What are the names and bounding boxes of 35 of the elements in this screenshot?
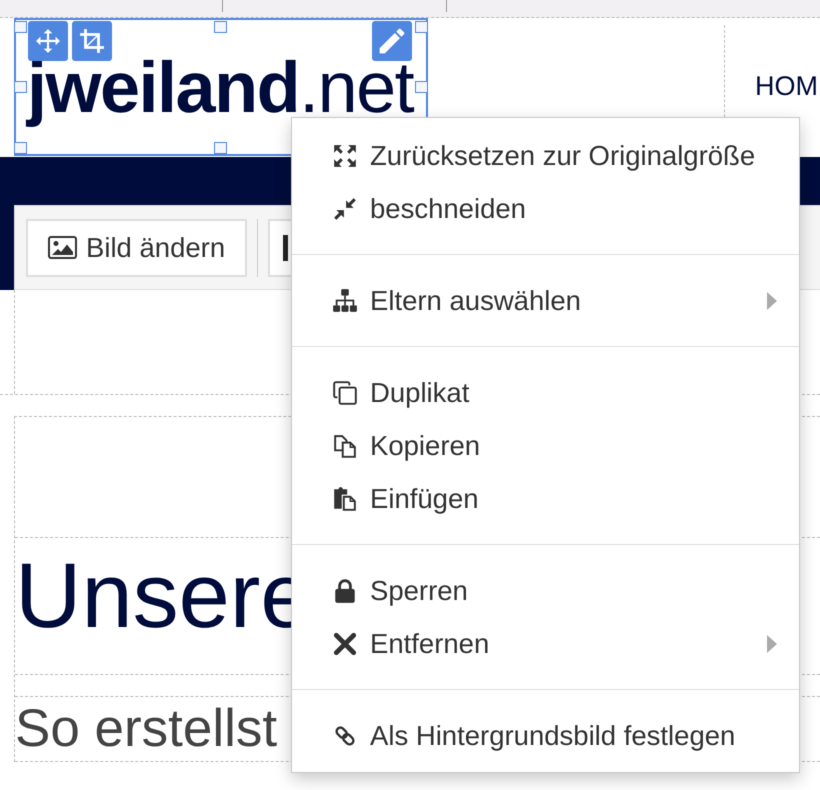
crop-icon <box>79 28 105 54</box>
resize-handle[interactable] <box>415 21 428 33</box>
resize-handle[interactable] <box>214 21 227 33</box>
menu-item[interactable]: beschneiden <box>292 182 799 235</box>
compress-icon <box>332 196 358 222</box>
menu-item[interactable]: Entfernen <box>292 617 799 670</box>
clone-icon <box>332 380 358 406</box>
resize-handle[interactable] <box>14 142 27 154</box>
resize-handle[interactable] <box>14 21 27 33</box>
close-icon <box>332 630 358 656</box>
resize-handle[interactable] <box>14 81 27 93</box>
copy-icon <box>332 432 358 458</box>
resize-handle[interactable] <box>214 142 227 154</box>
resize-handle[interactable] <box>415 81 428 93</box>
image-icon <box>48 236 77 259</box>
nav-link[interactable]: HOM <box>755 71 818 101</box>
menu-item[interactable]: Zurücksetzen zur Originalgröße <box>292 129 799 182</box>
menu-item[interactable]: Eltern auswählen <box>292 274 799 327</box>
change-image-button[interactable]: Bild ändern <box>26 218 248 276</box>
menu-item[interactable]: Sperren <box>292 564 799 617</box>
menu-item[interactable]: Duplikat <box>292 366 799 419</box>
menu-item[interactable]: Einfügen <box>292 472 799 525</box>
expand-icon <box>332 142 358 168</box>
sitemap-icon <box>332 288 358 314</box>
pencil-icon <box>379 28 405 54</box>
paste-icon <box>332 486 358 512</box>
bar-icon <box>283 234 288 260</box>
move-icon <box>35 28 61 54</box>
move-button[interactable] <box>28 21 68 61</box>
logo: jweiland.net <box>27 61 414 130</box>
page-subheading: So erstellst <box>15 698 278 760</box>
menu-item[interactable]: Als Hintergrundsbild festlegen <box>292 709 799 762</box>
edit-button[interactable] <box>372 21 412 61</box>
menu-item[interactable]: Kopieren <box>292 419 799 472</box>
crop-button[interactable] <box>72 21 112 61</box>
